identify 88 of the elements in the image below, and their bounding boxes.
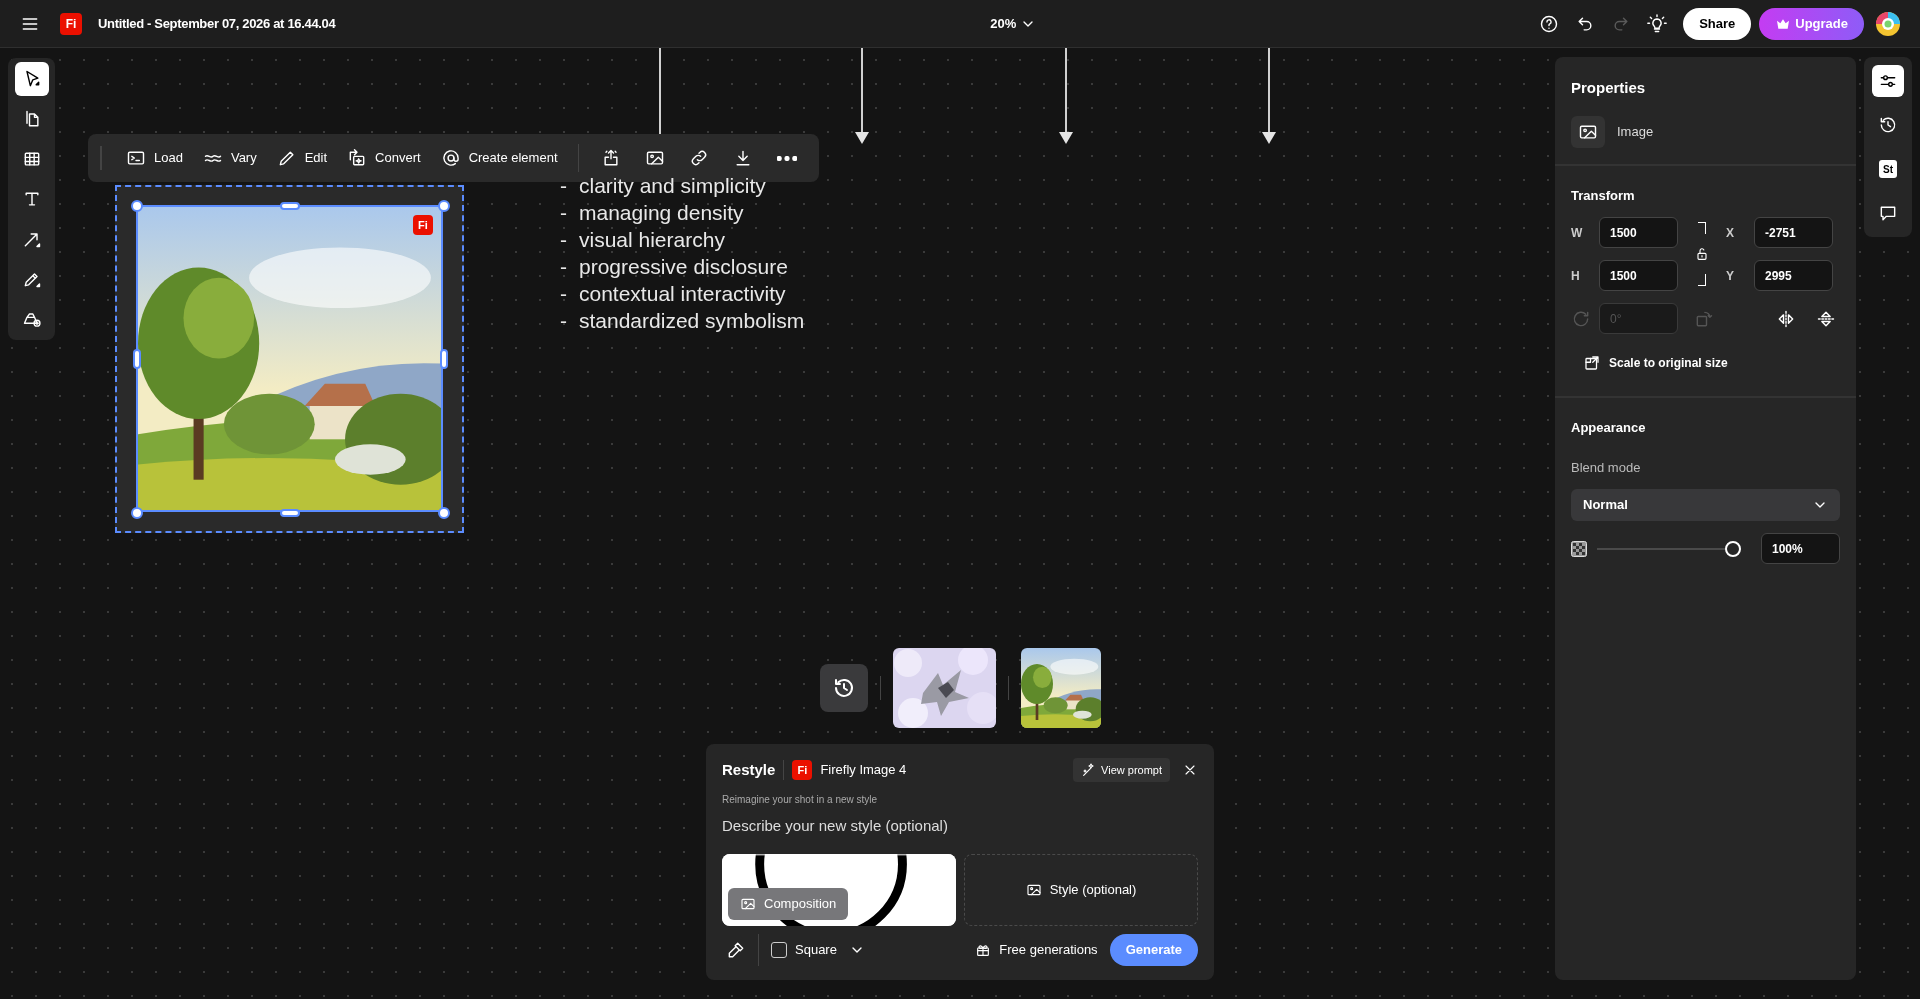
field-label: X bbox=[1726, 224, 1735, 242]
eyedropper-icon bbox=[726, 940, 746, 960]
bullet-text: visual hierarchy bbox=[579, 227, 725, 253]
toolbar-button[interactable]: Create element bbox=[432, 140, 566, 176]
panel-tab[interactable]: St bbox=[1872, 153, 1904, 185]
bullet-text: standardized symbolism bbox=[579, 308, 805, 334]
field-label: Y bbox=[1726, 267, 1735, 285]
style-dropzone[interactable]: Style (optional) bbox=[964, 854, 1198, 926]
eyedropper-button[interactable] bbox=[726, 940, 746, 960]
document-title[interactable]: Untitled - September 07, 2026 at 16.44.04 bbox=[98, 13, 336, 34]
resize-handle[interactable] bbox=[438, 200, 450, 212]
section-title: Transform bbox=[1571, 186, 1636, 205]
scale-to-original-button[interactable]: Scale to original size bbox=[1583, 354, 1728, 372]
bullet-text: managing density bbox=[579, 200, 744, 226]
help-button[interactable] bbox=[1539, 13, 1560, 34]
panel-subtitle: Reimagine your shot in a new style bbox=[722, 793, 879, 807]
number-field[interactable]: 1500 bbox=[1599, 217, 1678, 248]
history-icon bbox=[1878, 115, 1898, 135]
number-field[interactable]: 2995 bbox=[1754, 260, 1833, 291]
help-icon bbox=[1539, 13, 1560, 34]
panel-title: Restyle bbox=[722, 759, 776, 780]
upgrade-button[interactable]: Upgrade bbox=[1759, 7, 1864, 40]
opacity-field[interactable]: 100% bbox=[1761, 533, 1840, 564]
lightbulb-icon bbox=[1647, 13, 1668, 34]
stock-badge: St bbox=[1879, 160, 1897, 178]
field-label: H bbox=[1571, 267, 1581, 285]
view-prompt-button[interactable]: View prompt bbox=[1073, 758, 1170, 782]
section-title: Appearance bbox=[1571, 419, 1647, 437]
toolbar-button[interactable]: Load bbox=[118, 140, 191, 176]
resize-handle[interactable] bbox=[131, 200, 143, 212]
at-sign-icon bbox=[440, 148, 461, 168]
comment-icon bbox=[1878, 203, 1898, 223]
gift-icon bbox=[975, 942, 992, 958]
zoom-dropdown[interactable]: 20% bbox=[830, 13, 1037, 34]
terminal-icon bbox=[126, 148, 146, 168]
tool-button[interactable] bbox=[14, 62, 49, 96]
image-icon bbox=[1025, 882, 1042, 898]
object-type: Image bbox=[1617, 122, 1654, 141]
model-name: Firefly Image 4 bbox=[820, 761, 907, 780]
toolbar-button[interactable]: Vary bbox=[194, 140, 265, 176]
history-icon bbox=[832, 676, 856, 700]
slider-fill[interactable] bbox=[1597, 547, 1725, 550]
share-button[interactable]: Share bbox=[1683, 7, 1752, 40]
unlock-icon bbox=[1694, 246, 1710, 262]
blend-mode-dropdown[interactable]: Normal bbox=[1571, 489, 1840, 521]
theme-button[interactable] bbox=[1647, 13, 1668, 34]
toolbar-button[interactable]: Convert bbox=[339, 140, 429, 176]
bullet-marker: - bbox=[560, 173, 567, 199]
checkbox-label: Square bbox=[795, 941, 837, 960]
bullet-text: progressive disclosure bbox=[579, 254, 788, 280]
checkbox[interactable] bbox=[771, 942, 787, 958]
more-icon bbox=[776, 155, 797, 161]
image-icon bbox=[644, 148, 665, 168]
opacity-icon bbox=[1571, 540, 1587, 557]
field-label: Blend mode bbox=[1571, 458, 1642, 477]
toolbar-button[interactable]: Edit bbox=[268, 140, 336, 176]
bullet-marker: - bbox=[560, 227, 567, 253]
app-logo: Fi bbox=[792, 760, 813, 780]
resize-handle[interactable] bbox=[280, 509, 300, 517]
resize-handle[interactable] bbox=[280, 202, 300, 210]
number-field[interactable]: 1500 bbox=[1599, 260, 1678, 291]
flip-horizontal-icon bbox=[1776, 308, 1796, 329]
slider-thumb[interactable] bbox=[1725, 540, 1741, 557]
resize-handle[interactable] bbox=[440, 349, 448, 369]
bullet-text: contextual interactivity bbox=[579, 281, 786, 307]
bullet-marker: - bbox=[560, 281, 567, 307]
bullet-marker: - bbox=[560, 308, 567, 334]
resize-handle[interactable] bbox=[133, 349, 141, 369]
bullet-marker: - bbox=[560, 254, 567, 280]
resize-handle[interactable] bbox=[131, 507, 143, 519]
composition-tile[interactable]: Composition bbox=[722, 854, 956, 926]
number-field[interactable]: -2751 bbox=[1754, 217, 1833, 248]
panel-title: Properties bbox=[1571, 78, 1647, 98]
free-generations-button[interactable]: Free generations bbox=[975, 940, 1098, 960]
bullet-marker: - bbox=[560, 200, 567, 226]
history-button[interactable] bbox=[820, 664, 868, 712]
field-label: W bbox=[1571, 224, 1584, 242]
composition-chip: Composition bbox=[728, 888, 849, 920]
app-logo: Fi bbox=[60, 12, 82, 35]
avatar[interactable] bbox=[1876, 11, 1900, 36]
scale-icon bbox=[1583, 354, 1601, 372]
app-badge: Fi bbox=[413, 215, 433, 235]
flip-horizontal-button[interactable] bbox=[1776, 308, 1796, 329]
panel-tab[interactable] bbox=[1872, 65, 1904, 97]
resize-handle[interactable] bbox=[438, 507, 450, 519]
bullet-text: clarity and simplicity bbox=[579, 173, 766, 199]
image-icon bbox=[740, 896, 756, 912]
style-prompt-field[interactable]: Describe your new style (optional) bbox=[722, 815, 1198, 843]
